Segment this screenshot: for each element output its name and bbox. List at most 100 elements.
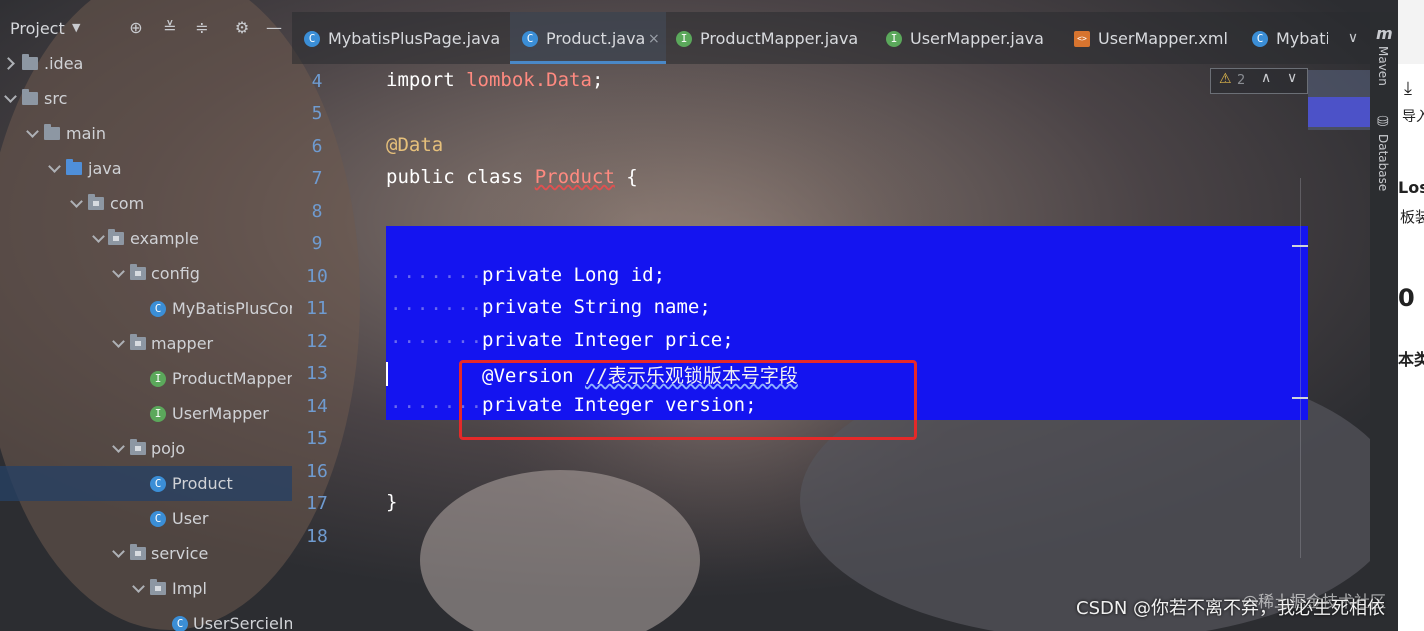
code-line-10[interactable]: private Long id; bbox=[482, 264, 665, 286]
code-line-12[interactable]: private Integer price; bbox=[482, 329, 734, 351]
chevron-down-icon[interactable] bbox=[26, 125, 39, 138]
tree-item-com[interactable]: com bbox=[0, 186, 292, 221]
tab-product[interactable]: C Product.java × bbox=[510, 12, 666, 64]
chevron-down-icon[interactable]: ▼ bbox=[72, 21, 80, 34]
editor-scrollbar[interactable] bbox=[1300, 178, 1307, 558]
expand-all-icon[interactable]: ≚ bbox=[160, 18, 180, 38]
folder-icon bbox=[22, 89, 38, 105]
code-line-4[interactable]: import lombok.Data; bbox=[386, 69, 603, 91]
class-icon: C bbox=[150, 301, 166, 317]
tree-item-label: mapper bbox=[151, 334, 214, 353]
minimap-viewport[interactable] bbox=[1308, 97, 1370, 127]
chevron-down-icon[interactable] bbox=[48, 160, 61, 173]
code-line-17[interactable]: } bbox=[386, 491, 397, 513]
database-icon[interactable]: ⛁ bbox=[1377, 114, 1389, 130]
tree-item-label: src bbox=[44, 89, 68, 108]
tree-item-impl[interactable]: Impl bbox=[0, 571, 292, 606]
tree-item-label: com bbox=[110, 194, 145, 213]
collapse-all-icon[interactable]: ≑ bbox=[192, 18, 212, 38]
tree-item-src[interactable]: src bbox=[0, 81, 292, 116]
tab-label: UserMapper.java bbox=[910, 29, 1044, 48]
chevron-down-icon[interactable] bbox=[112, 440, 125, 453]
maven-icon[interactable]: m bbox=[1376, 24, 1393, 43]
keyword: public class bbox=[386, 166, 524, 188]
line-number: 10 bbox=[306, 266, 328, 287]
locate-icon[interactable]: ⊕ bbox=[126, 18, 146, 38]
tree-item-mapper[interactable]: mapper bbox=[0, 326, 292, 361]
line-number: 12 bbox=[306, 331, 328, 352]
source-folder-icon bbox=[66, 159, 82, 175]
chevron-right-icon[interactable] bbox=[2, 57, 15, 70]
tree-item-label: Product bbox=[172, 474, 233, 493]
line-number: 9 bbox=[311, 233, 323, 254]
line-number: 7 bbox=[311, 168, 323, 189]
tree-item-main[interactable]: main bbox=[0, 116, 292, 151]
close-icon[interactable]: × bbox=[648, 12, 660, 66]
tree-item-config[interactable]: config bbox=[0, 256, 292, 291]
chevron-down-icon[interactable] bbox=[112, 545, 125, 558]
scroll-marker bbox=[1292, 245, 1308, 247]
chevron-down-icon[interactable]: ∨ bbox=[1336, 12, 1370, 64]
maven-tool-button[interactable]: Maven bbox=[1376, 46, 1390, 86]
tree-item-service[interactable]: service bbox=[0, 536, 292, 571]
project-panel-title[interactable]: Project bbox=[10, 19, 65, 38]
package-icon bbox=[130, 334, 146, 350]
tab-usermapper[interactable]: I UserMapper.java bbox=[886, 12, 1066, 64]
edge-text: 本类 bbox=[1398, 350, 1424, 369]
chevron-down-icon[interactable] bbox=[70, 195, 83, 208]
tab-productmapper[interactable]: I ProductMapper.java bbox=[676, 12, 876, 64]
tree-item-label: UserSercieImp bbox=[193, 614, 292, 631]
interface-icon: I bbox=[676, 31, 692, 47]
tree-item-user[interactable]: C User bbox=[0, 501, 292, 536]
code-line-6[interactable]: @Data bbox=[386, 134, 443, 156]
tab-label: Product.java bbox=[546, 29, 646, 48]
tree-item-java[interactable]: java bbox=[0, 151, 292, 186]
inspection-widget[interactable]: ⚠ 2 ∧ ∨ bbox=[1210, 68, 1308, 94]
tree-item-label: ProductMapper bbox=[172, 369, 292, 388]
right-tool-strip: m Maven ⛁ Database bbox=[1370, 12, 1398, 631]
package-icon bbox=[88, 194, 104, 210]
code-line-11[interactable]: private String name; bbox=[482, 296, 711, 318]
indent-guide: ······· bbox=[390, 298, 485, 320]
chevron-down-icon[interactable]: ∨ bbox=[1287, 70, 1297, 86]
tab-label: ProductMapper.java bbox=[700, 29, 859, 48]
line-number: 4 bbox=[311, 71, 323, 92]
punctuation: ; bbox=[591, 69, 604, 91]
chevron-down-icon[interactable] bbox=[92, 230, 105, 243]
chevron-down-icon[interactable] bbox=[112, 265, 125, 278]
tab-label: Mybatis bbox=[1276, 29, 1328, 48]
chevron-up-icon[interactable]: ∧ bbox=[1261, 70, 1271, 86]
tab-usermapper-xml[interactable]: <> UserMapper.xml bbox=[1074, 12, 1244, 64]
edge-text: 导入 bbox=[1402, 109, 1424, 125]
interface-icon: I bbox=[886, 31, 902, 47]
tree-item-label: .idea bbox=[44, 54, 84, 73]
code-line-7[interactable]: public class Product { bbox=[386, 166, 638, 188]
tree-item-usermapper[interactable]: I UserMapper bbox=[0, 396, 292, 431]
chevron-down-icon[interactable] bbox=[132, 580, 145, 593]
tab-mybatispluspage[interactable]: C MybatisPlusPage.java bbox=[302, 12, 508, 64]
line-number: 5 bbox=[311, 103, 323, 124]
line-number: 16 bbox=[306, 461, 328, 482]
tree-item-idea[interactable]: .idea bbox=[0, 46, 292, 81]
interface-icon: I bbox=[150, 371, 166, 387]
chevron-down-icon[interactable] bbox=[4, 90, 17, 103]
tree-item-label: service bbox=[151, 544, 209, 563]
tree-item-userserciimpl[interactable]: C UserSercieImp bbox=[0, 606, 292, 631]
tree-item-pojo[interactable]: pojo bbox=[0, 431, 292, 466]
minimize-icon[interactable]: — bbox=[264, 18, 284, 38]
chevron-down-icon[interactable] bbox=[112, 335, 125, 348]
highlight-box bbox=[459, 360, 917, 440]
tree-item-label: MyBatisPlusConf bbox=[172, 299, 292, 318]
interface-icon: I bbox=[150, 406, 166, 422]
tab-mybatis[interactable]: C Mybatis bbox=[1248, 12, 1328, 64]
database-tool-button[interactable]: Database bbox=[1376, 134, 1390, 191]
tree-item-product[interactable]: C Product bbox=[0, 466, 292, 501]
tree-item-productmapper[interactable]: I ProductMapper bbox=[0, 361, 292, 396]
download-icon[interactable]: ⤓ bbox=[1404, 78, 1412, 99]
tree-item-mybatisplusconf[interactable]: C MyBatisPlusConf bbox=[0, 291, 292, 326]
class-icon: C bbox=[150, 511, 166, 527]
gear-icon[interactable]: ⚙ bbox=[232, 18, 252, 38]
line-number: 6 bbox=[311, 136, 323, 157]
edge-text: 0 bbox=[1398, 284, 1415, 312]
tree-item-example[interactable]: example bbox=[0, 221, 292, 256]
